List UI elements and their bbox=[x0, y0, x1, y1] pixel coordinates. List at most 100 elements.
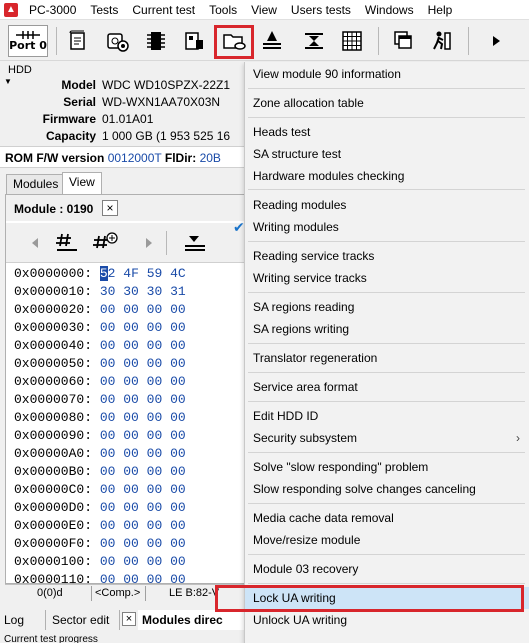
hex-byte[interactable]: 30 bbox=[147, 284, 163, 299]
hex-byte[interactable]: 00 bbox=[170, 374, 186, 389]
hex-byte[interactable]: 00 bbox=[100, 518, 116, 533]
hex-byte[interactable]: 00 bbox=[170, 320, 186, 335]
hex-byte[interactable]: 00 bbox=[100, 482, 116, 497]
hex-byte[interactable]: 00 bbox=[170, 464, 186, 479]
hex-row[interactable]: 0x00000E0: 00 00 00 00 bbox=[6, 517, 249, 535]
hex-row[interactable]: 0x0000100: 00 00 00 00 bbox=[6, 553, 249, 571]
menu-media-cache-removal[interactable]: Media cache data removal bbox=[245, 507, 529, 529]
hex-byte[interactable]: 30 bbox=[100, 284, 116, 299]
hex-byte[interactable]: 00 bbox=[170, 518, 186, 533]
port-button[interactable]: Port 0 bbox=[8, 25, 48, 57]
hex-byte-cursor[interactable]: 52 bbox=[99, 266, 115, 281]
menu-windows[interactable]: Windows bbox=[358, 0, 421, 20]
hex-row[interactable]: 0x00000D0: 00 00 00 00 bbox=[6, 499, 249, 517]
menu-writing-modules[interactable]: ✔ Writing modules bbox=[233, 216, 529, 238]
hex-byte[interactable]: 00 bbox=[123, 482, 139, 497]
hex-byte[interactable]: 00 bbox=[147, 464, 163, 479]
menu-tools[interactable]: Tools bbox=[202, 0, 244, 20]
hex-byte[interactable]: 00 bbox=[147, 446, 163, 461]
hex-byte[interactable]: 00 bbox=[170, 410, 186, 425]
hex-row[interactable]: 0x0000000: 52 4F 59 4C bbox=[6, 265, 249, 283]
hex-row[interactable]: 0x0000060: 00 00 00 00 bbox=[6, 373, 249, 391]
hex-dump-view[interactable]: 0x0000000: 52 4F 59 4C 0x0000010: 30 30 3… bbox=[6, 265, 249, 585]
hex-byte[interactable]: 00 bbox=[170, 500, 186, 515]
menu-tests[interactable]: Tests bbox=[83, 0, 125, 20]
tracks-button[interactable] bbox=[298, 25, 330, 57]
hex-byte[interactable]: 00 bbox=[123, 536, 139, 551]
tab-sector-edit[interactable]: Sector edit bbox=[48, 610, 120, 630]
tab-modules-directory[interactable]: Modules direc bbox=[138, 610, 248, 630]
hex-byte[interactable]: 00 bbox=[100, 536, 116, 551]
hex-byte[interactable]: 00 bbox=[123, 428, 139, 443]
menu-unlock-ua-writing[interactable]: Unlock UA writing bbox=[245, 609, 529, 631]
menu-sa-regions-writing[interactable]: SA regions writing bbox=[245, 318, 529, 340]
hex-row[interactable]: 0x00000B0: 00 00 00 00 bbox=[6, 463, 249, 481]
hex-row[interactable]: 0x0000030: 00 00 00 00 bbox=[6, 319, 249, 337]
hex-byte[interactable]: 00 bbox=[100, 446, 116, 461]
hex-byte[interactable]: 00 bbox=[147, 392, 163, 407]
menu-app-name[interactable]: PC-3000 bbox=[22, 0, 83, 20]
menu-help[interactable]: Help bbox=[421, 0, 460, 20]
menu-heads-test[interactable]: Heads test bbox=[245, 121, 529, 143]
exit-button[interactable] bbox=[426, 25, 458, 57]
hex-byte[interactable]: 4F bbox=[123, 266, 139, 281]
menu-sa-regions-reading[interactable]: SA regions reading bbox=[245, 296, 529, 318]
module-close-button[interactable]: × bbox=[102, 200, 118, 216]
hex-byte[interactable]: 00 bbox=[100, 338, 116, 353]
go-to-offset-icon[interactable] bbox=[54, 231, 80, 255]
hex-byte[interactable]: 00 bbox=[100, 392, 116, 407]
memory-button[interactable] bbox=[178, 25, 210, 57]
hex-byte[interactable]: 00 bbox=[147, 338, 163, 353]
hex-byte[interactable]: 00 bbox=[123, 518, 139, 533]
hex-byte[interactable]: 00 bbox=[170, 302, 186, 317]
menu-translator-regeneration[interactable]: Translator regeneration bbox=[245, 347, 529, 369]
hex-byte[interactable]: 00 bbox=[123, 410, 139, 425]
hex-byte[interactable]: 00 bbox=[100, 554, 116, 569]
hex-row[interactable]: 0x0000090: 00 00 00 00 bbox=[6, 427, 249, 445]
hex-byte[interactable]: 00 bbox=[147, 410, 163, 425]
tab-modules[interactable]: Modules bbox=[6, 174, 66, 194]
nav-left-icon[interactable] bbox=[22, 231, 48, 255]
menu-solve-slow-responding[interactable]: Solve "slow responding" problem bbox=[245, 456, 529, 478]
hex-byte[interactable]: 00 bbox=[123, 554, 139, 569]
hex-byte[interactable]: 00 bbox=[100, 320, 116, 335]
nav-right-icon[interactable] bbox=[136, 231, 162, 255]
hex-byte[interactable]: 00 bbox=[100, 410, 116, 425]
hex-byte[interactable]: 00 bbox=[147, 356, 163, 371]
hex-byte[interactable]: 00 bbox=[100, 302, 116, 317]
tab-log[interactable]: Log bbox=[0, 610, 46, 630]
hex-row[interactable]: 0x0000040: 00 00 00 00 bbox=[6, 337, 249, 355]
hex-byte[interactable]: 00 bbox=[100, 356, 116, 371]
hex-byte[interactable]: 00 bbox=[170, 428, 186, 443]
hex-byte[interactable]: 00 bbox=[147, 518, 163, 533]
menu-slow-responding-cancel[interactable]: Slow responding solve changes canceling bbox=[245, 478, 529, 500]
hex-row[interactable]: 0x0000050: 00 00 00 00 bbox=[6, 355, 249, 373]
hex-byte[interactable]: 00 bbox=[147, 500, 163, 515]
hex-byte[interactable]: 59 bbox=[147, 266, 163, 281]
menu-edit-hdd-id[interactable]: Edit HDD ID bbox=[245, 405, 529, 427]
hex-byte[interactable]: 00 bbox=[170, 392, 186, 407]
menu-view[interactable]: View bbox=[244, 0, 284, 20]
heads-button[interactable] bbox=[256, 25, 288, 57]
menu-writing-service-tracks[interactable]: Writing service tracks bbox=[245, 267, 529, 289]
toolbar-more-button[interactable] bbox=[480, 25, 512, 57]
menu-current-test[interactable]: Current test bbox=[125, 0, 202, 20]
hex-byte[interactable]: 00 bbox=[123, 446, 139, 461]
hex-byte[interactable]: 00 bbox=[147, 482, 163, 497]
hex-row[interactable]: 0x0000110: 00 00 00 00 bbox=[6, 571, 249, 585]
hex-byte[interactable]: 00 bbox=[123, 338, 139, 353]
hex-byte[interactable]: 00 bbox=[123, 374, 139, 389]
download-track-icon[interactable] bbox=[182, 231, 208, 255]
menu-reading-service-tracks[interactable]: Reading service tracks bbox=[245, 245, 529, 267]
hex-byte[interactable]: 00 bbox=[147, 374, 163, 389]
menu-module-03-recovery[interactable]: Module 03 recovery bbox=[245, 558, 529, 580]
hex-row[interactable]: 0x0000080: 00 00 00 00 bbox=[6, 409, 249, 427]
hdd-settings-button[interactable] bbox=[102, 25, 134, 57]
hex-byte[interactable]: 00 bbox=[147, 428, 163, 443]
hex-byte[interactable]: 00 bbox=[170, 482, 186, 497]
hex-byte[interactable]: 00 bbox=[123, 464, 139, 479]
hex-byte[interactable]: 4C bbox=[170, 266, 186, 281]
sector-edit-close-button[interactable]: × bbox=[122, 612, 136, 626]
hex-byte[interactable]: 00 bbox=[147, 554, 163, 569]
hex-byte[interactable]: 00 bbox=[100, 428, 116, 443]
